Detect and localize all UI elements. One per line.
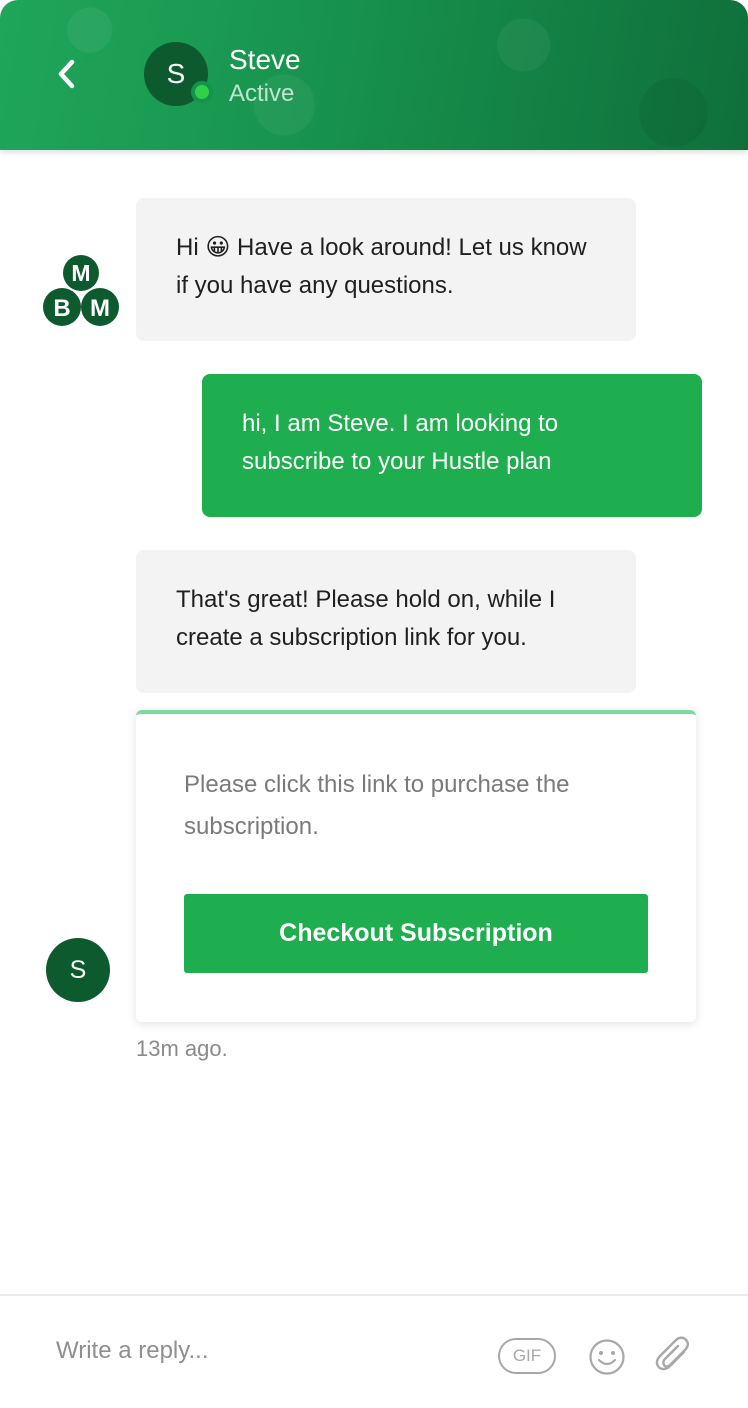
logo-letter-m-top: M <box>71 260 90 286</box>
agent-message-bubble: Hi 😀 Have a look around! Let us know if … <box>136 198 636 341</box>
logo-letter-m-right: M <box>90 295 110 322</box>
back-button[interactable] <box>44 50 88 98</box>
gif-button[interactable]: GIF <box>498 1338 556 1374</box>
message-text: hi, I am Steve. I am looking to subscrib… <box>242 410 559 475</box>
agent-message-bubble: That's great! Please hold on, while I cr… <box>136 550 636 693</box>
chat-header: S Steve Active <box>0 0 748 150</box>
smiley-icon[interactable] <box>588 1338 626 1376</box>
link-card-text: Please click this link to purchase the s… <box>184 771 570 840</box>
online-status-dot <box>191 81 213 103</box>
message-text: That's great! Please hold on, while I cr… <box>176 586 556 651</box>
checkout-subscription-button[interactable]: Checkout Subscription <box>184 894 648 973</box>
user-message-bubble: hi, I am Steve. I am looking to subscrib… <box>202 374 702 517</box>
contact-name: Steve <box>229 44 301 75</box>
message-text: Have a look around! Let us know if you h… <box>176 234 587 299</box>
reply-composer: GIF <box>0 1294 748 1408</box>
paperclip-icon[interactable] <box>654 1334 694 1378</box>
mbm-logo: M B M <box>43 255 119 326</box>
reply-input[interactable] <box>56 1326 476 1376</box>
user-avatar: S <box>46 938 110 1002</box>
subscription-link-card: Please click this link to purchase the s… <box>136 710 696 1022</box>
message-text: Hi <box>176 234 206 261</box>
contact-status: Active <box>229 80 295 107</box>
chevron-left-icon <box>58 59 75 89</box>
grinning-emoji-icon: 😀 <box>205 234 231 261</box>
message-timestamp: 13m ago. <box>136 1036 228 1061</box>
logo-letter-b: B <box>53 295 70 322</box>
